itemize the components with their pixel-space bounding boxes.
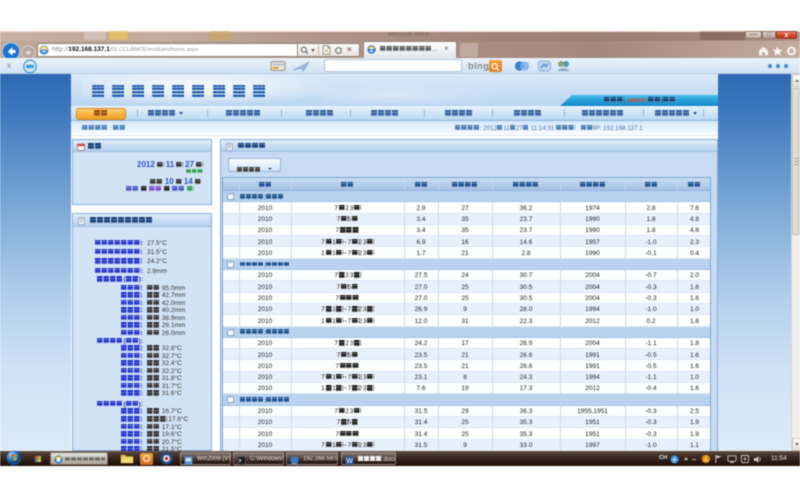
svg-text:W: W <box>346 458 353 465</box>
